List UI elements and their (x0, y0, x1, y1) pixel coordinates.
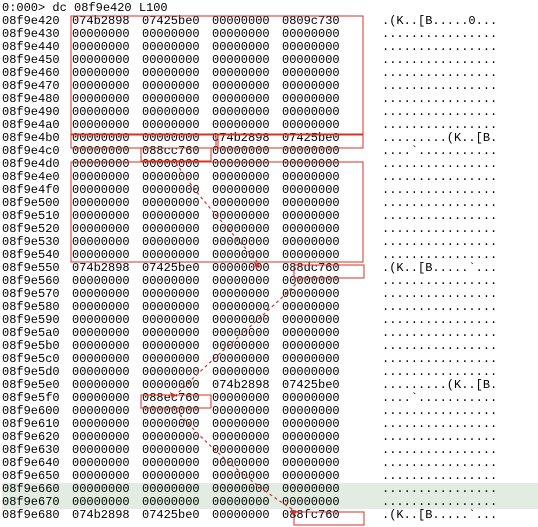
hex-value: 00000000 (282, 496, 352, 509)
hex-columns: 00000000000000000000000000000000 (72, 496, 372, 509)
hex-value: 088fc760 (282, 509, 352, 522)
address: 08f9e680 (2, 509, 72, 522)
ascii-column: .(K..[B.....`... (372, 509, 497, 522)
hex-value: 00000000 (142, 496, 212, 509)
address: 08f9e670 (2, 496, 72, 509)
hex-columns: 074b289807425be000000000088fc760 (72, 509, 372, 522)
memory-dump-output: 0:000> dc 08f9e420 L100 08f9e420074b2898… (0, 0, 538, 524)
dump-row: 08f9e67000000000000000000000000000000000… (2, 496, 538, 509)
hex-value: 00000000 (212, 509, 282, 522)
ascii-column: ................ (372, 496, 497, 509)
dump-row: 08f9e680074b289807425be000000000088fc760… (2, 509, 538, 522)
hex-value: 00000000 (72, 496, 142, 509)
hex-value: 00000000 (212, 496, 282, 509)
hex-value: 07425be0 (142, 509, 212, 522)
hex-value: 074b2898 (72, 509, 142, 522)
